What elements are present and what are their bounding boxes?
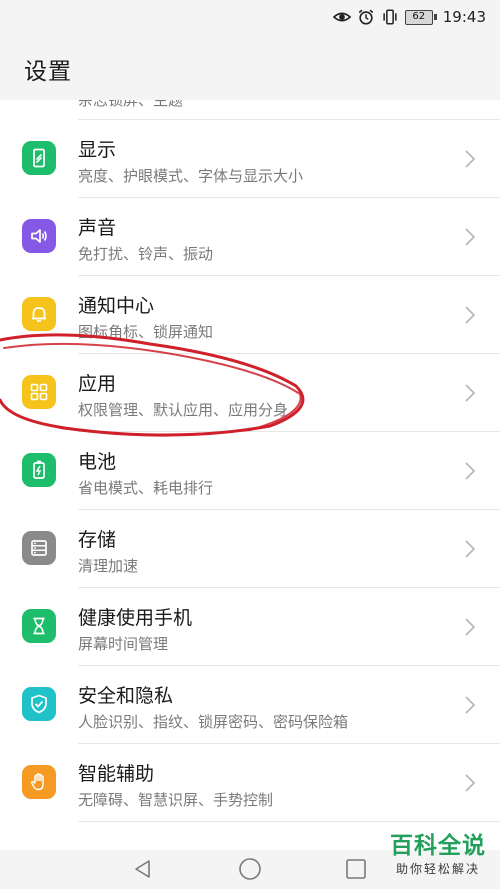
back-button[interactable] <box>126 852 160 886</box>
settings-item-subtitle: 清理加速 <box>78 557 139 575</box>
storage-icon <box>22 531 56 565</box>
recents-icon <box>346 859 366 879</box>
recents-button[interactable] <box>339 852 373 886</box>
settings-item-display[interactable]: 显示 亮度、护眼模式、字体与显示大小 <box>0 120 500 198</box>
speaker-icon <box>22 219 56 253</box>
chevron-right-icon <box>465 384 476 402</box>
partial-row-subtitle: 杂志锁屏、主题 <box>78 100 184 109</box>
settings-item-title: 存储 <box>78 529 117 551</box>
chevron-right-icon <box>465 228 476 246</box>
settings-list[interactable]: 杂志锁屏、主题 显示 亮度、护眼模式、字体与显示大小 声音 免打扰、铃声、振动 <box>0 100 500 850</box>
hourglass-icon <box>22 609 56 643</box>
battery-indicator: 62 <box>404 9 437 25</box>
vibrate-icon <box>383 9 397 25</box>
settings-item-title: 应用 <box>78 373 117 395</box>
settings-item-subtitle: 人脸识别、指纹、锁屏密码、密码保险箱 <box>78 713 349 731</box>
eye-comfort-icon <box>332 12 351 22</box>
settings-item-digital-balance[interactable]: 健康使用手机 屏幕时间管理 <box>0 588 500 666</box>
chevron-right-icon <box>465 306 476 324</box>
chevron-right-icon <box>465 696 476 714</box>
status-icons: 62 19:43 <box>332 8 486 26</box>
settings-item-title: 通知中心 <box>78 295 155 317</box>
watermark-subtitle: 助你轻松解决 <box>395 862 480 876</box>
chevron-right-icon <box>465 540 476 558</box>
chevron-right-icon <box>465 150 476 168</box>
settings-item-subtitle: 免打扰、铃声、振动 <box>78 245 214 263</box>
back-icon <box>135 860 150 878</box>
settings-item-subtitle: 屏幕时间管理 <box>78 635 169 653</box>
settings-item-subtitle: 图标角标、锁屏通知 <box>78 323 214 341</box>
bell-icon <box>22 297 56 331</box>
display-icon <box>22 141 56 175</box>
settings-item-title: 智能辅助 <box>78 763 155 785</box>
settings-item-apps[interactable]: 应用 权限管理、默认应用、应用分身 <box>0 354 500 432</box>
settings-item-subtitle: 权限管理、默认应用、应用分身 <box>78 401 289 419</box>
chevron-right-icon <box>465 462 476 480</box>
page-title: 设置 <box>24 59 72 85</box>
settings-item-storage[interactable]: 存储 清理加速 <box>0 510 500 588</box>
home-icon <box>239 858 261 880</box>
settings-item-battery[interactable]: 电池 省电模式、耗电排行 <box>0 432 500 510</box>
settings-item-title: 安全和隐私 <box>78 685 174 707</box>
settings-item-title: 声音 <box>78 217 117 239</box>
divider <box>78 821 500 822</box>
settings-item-subtitle: 无障碍、智慧识屏、手势控制 <box>78 791 274 809</box>
settings-item-security-privacy[interactable]: 安全和隐私 人脸识别、指纹、锁屏密码、密码保险箱 <box>0 666 500 744</box>
settings-item-title: 电池 <box>78 451 117 473</box>
settings-item-sound[interactable]: 声音 免打扰、铃声、振动 <box>0 198 500 276</box>
settings-item-smart-assistance[interactable]: 智能辅助 无障碍、智慧识屏、手势控制 <box>0 744 500 822</box>
settings-item-subtitle: 省电模式、耗电排行 <box>78 479 214 497</box>
chevron-right-icon <box>465 618 476 636</box>
header: 设置 <box>0 36 500 100</box>
apps-grid-icon <box>22 375 56 409</box>
shield-check-icon <box>22 687 56 721</box>
chevron-right-icon <box>465 774 476 792</box>
battery-icon <box>22 453 56 487</box>
clock: 19:43 <box>442 8 486 26</box>
watermark-title: 百科全说 <box>390 833 486 859</box>
battery-level: 62 <box>404 9 433 25</box>
status-bar: 62 19:43 <box>0 0 500 36</box>
home-button[interactable] <box>233 852 267 886</box>
settings-item-subtitle: 亮度、护眼模式、字体与显示大小 <box>78 167 304 185</box>
settings-item-title: 显示 <box>78 139 117 161</box>
watermark: 百科全说 助你轻松解决 <box>390 826 486 877</box>
settings-item-title: 健康使用手机 <box>78 607 193 629</box>
settings-item-notifications[interactable]: 通知中心 图标角标、锁屏通知 <box>0 276 500 354</box>
hand-icon <box>22 765 56 799</box>
alarm-icon <box>358 9 374 25</box>
